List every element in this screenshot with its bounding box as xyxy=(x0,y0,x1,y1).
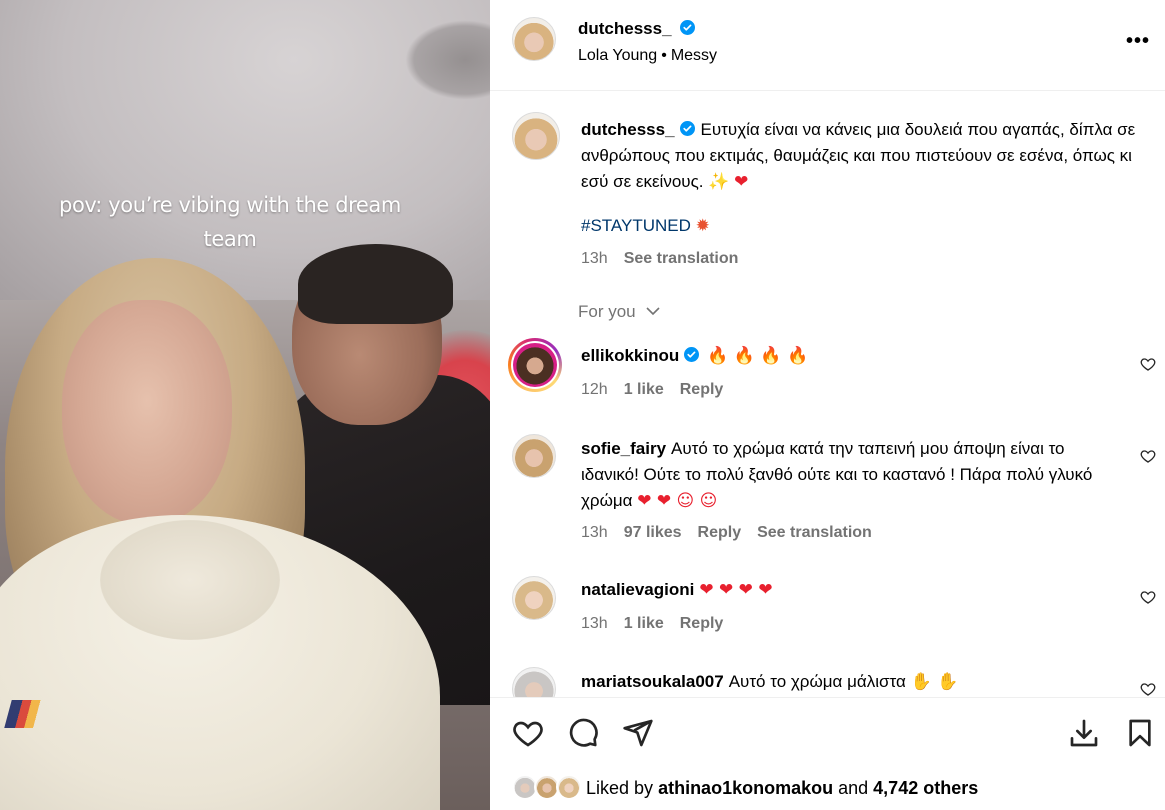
verified-icon xyxy=(680,20,695,35)
comment-like-heart-icon[interactable] xyxy=(1140,589,1156,605)
music-artist: Lola Young xyxy=(578,47,658,64)
heart-icon[interactable] xyxy=(512,717,544,749)
likes-user[interactable]: athinao1konomakou xyxy=(658,778,833,798)
sparkles-emoji: ✨ xyxy=(708,172,730,192)
caption-author-avatar[interactable] xyxy=(512,112,560,160)
likes-summary[interactable]: Liked by athinao1konomakou and 4,742 oth… xyxy=(586,778,978,799)
for-you-sort[interactable]: For you xyxy=(578,302,660,322)
caption-see-translation[interactable]: See translation xyxy=(624,250,739,267)
comment-likes[interactable]: 1 like xyxy=(624,615,664,632)
comment-like-heart-icon[interactable] xyxy=(1140,356,1156,372)
download-icon[interactable] xyxy=(1068,717,1100,749)
comment-likes[interactable]: 97 likes xyxy=(624,524,682,541)
commenter-avatar[interactable] xyxy=(512,667,556,697)
comment-username[interactable]: mariatsoukala007 xyxy=(581,672,724,691)
comment-item: sofie_fairy Αυτό το χρώμα κατά την ταπειν… xyxy=(581,436,1126,514)
likes-prefix: Liked by xyxy=(586,778,654,798)
comment-username[interactable]: natalievagioni xyxy=(581,580,694,599)
post-media[interactable]: pov: you’re vibing with the dream team xyxy=(0,0,490,810)
comment-time[interactable]: 13h xyxy=(581,615,608,632)
comment-meta: 13h 1 like Reply xyxy=(581,615,739,633)
comment-like-heart-icon[interactable] xyxy=(1140,448,1156,464)
caption-meta: 13h See translation xyxy=(581,250,754,268)
bookmark-icon[interactable] xyxy=(1124,717,1156,749)
commenter-avatar-inner xyxy=(511,341,559,389)
media-hoodie-logo xyxy=(4,700,48,728)
media-hoodie-collar xyxy=(100,520,280,640)
heart-face-emojis: ❤ ❤ ☺ ☺ xyxy=(637,491,718,511)
liker-avatar[interactable] xyxy=(556,774,582,800)
author-username[interactable]: dutchesss_ xyxy=(578,19,672,38)
caption: dutchesss_ Ευτυχία είναι να κάνεις μια δο… xyxy=(581,117,1136,195)
commenter-avatar-ring[interactable] xyxy=(508,338,562,392)
comment-reply[interactable]: Reply xyxy=(698,524,742,541)
media-man-hair xyxy=(298,244,453,324)
clap-emojis: ✋ ✋ xyxy=(910,672,959,692)
music-info[interactable]: Lola Young • Messy xyxy=(578,47,717,65)
media-woman-face xyxy=(62,300,232,525)
comment-reply[interactable]: Reply xyxy=(680,615,724,632)
comment-item: natalievagioni ❤ ❤ ❤ ❤ xyxy=(581,577,1126,603)
share-icon[interactable] xyxy=(622,717,654,749)
comment-time[interactable]: 13h xyxy=(581,524,608,541)
author-avatar[interactable] xyxy=(512,17,556,61)
comment-like-heart-icon[interactable] xyxy=(1140,681,1156,697)
post-panel: dutchesss_ Lola Young • Messy ••• dutchess… xyxy=(490,0,1165,810)
comment-item: mariatsoukala007 Αυτό το χρώμα μάλιστα ✋ … xyxy=(581,669,1126,695)
comment-meta: 12h 1 like Reply xyxy=(581,381,739,399)
commenter-avatar xyxy=(513,343,557,387)
collision-emoji: ✹ xyxy=(695,216,710,236)
commenter-avatar[interactable] xyxy=(512,576,556,620)
likes-middle: and xyxy=(838,778,869,798)
verified-icon xyxy=(679,121,695,136)
music-separator: • xyxy=(661,47,667,64)
heart-emoji: ❤ xyxy=(734,172,749,192)
comment-likes[interactable]: 1 like xyxy=(624,381,664,398)
comment-time[interactable]: 12h xyxy=(581,381,608,398)
comment-meta: 13h 97 likes Reply See translation xyxy=(581,524,888,542)
music-title: Messy xyxy=(670,47,718,64)
author-name-row: dutchesss_ xyxy=(578,19,695,39)
comment-see-translation[interactable]: See translation xyxy=(757,524,872,541)
caption-username[interactable]: dutchesss_ xyxy=(581,120,675,139)
comment-icon[interactable] xyxy=(567,717,599,749)
post-actions: Liked by athinao1konomakou and 4,742 oth… xyxy=(490,697,1165,810)
comment-item: ellikokkinou 🔥 🔥 🔥 🔥 xyxy=(581,343,1126,369)
heart-emojis: ❤ ❤ ❤ ❤ xyxy=(699,580,773,600)
for-you-label: For you xyxy=(578,302,636,321)
fire-emojis: 🔥 🔥 🔥 🔥 xyxy=(707,346,809,366)
comment-reply[interactable]: Reply xyxy=(680,381,724,398)
comment-username[interactable]: sofie_fairy xyxy=(581,439,666,458)
likes-count[interactable]: 4,742 others xyxy=(873,778,978,798)
commenter-avatar[interactable] xyxy=(512,434,556,478)
more-icon[interactable]: ••• xyxy=(1126,30,1150,53)
comment-body: Αυτό το χρώμα μάλιστα xyxy=(728,672,906,691)
comments-section[interactable]: dutchesss_ Ευτυχία είναι να κάνεις μια δο… xyxy=(490,92,1165,697)
caption-hashtag-row: #STAYTUNED ✹ xyxy=(581,216,710,236)
post-header: dutchesss_ Lola Young • Messy ••• xyxy=(490,0,1165,91)
media-overlay-text: pov: you’re vibing with the dream team xyxy=(59,193,401,251)
verified-icon xyxy=(684,347,700,362)
chevron-down-icon xyxy=(646,307,660,316)
caption-time[interactable]: 13h xyxy=(581,250,608,267)
comment-username[interactable]: ellikokkinou xyxy=(581,346,679,365)
caption-hashtag[interactable]: #STAYTUNED xyxy=(581,216,691,235)
